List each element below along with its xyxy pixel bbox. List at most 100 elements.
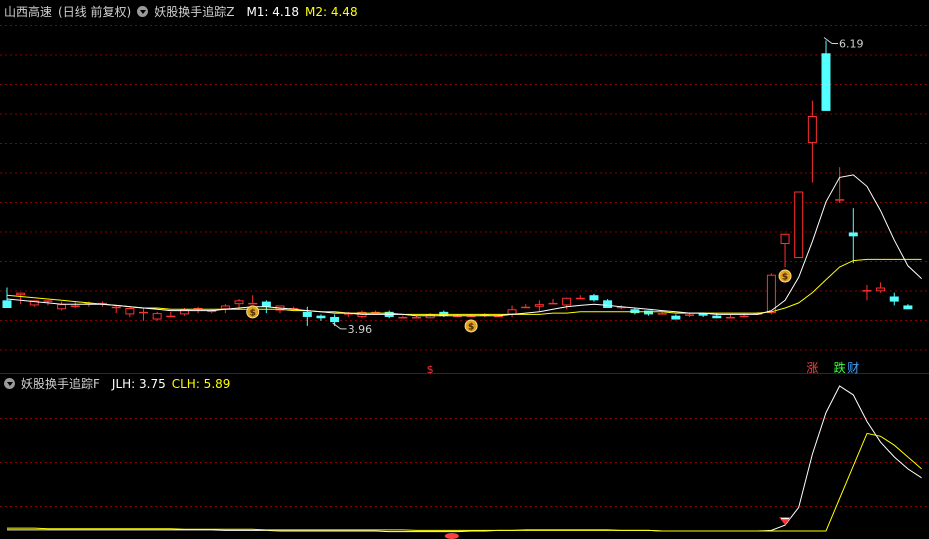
- candle-body: [452, 315, 462, 318]
- m2-line: [6, 258, 922, 315]
- sub-header: 妖股换手追踪F JLH: 3.75 CLH: 5.89: [4, 376, 236, 392]
- candle: [302, 306, 312, 326]
- candle: [671, 314, 681, 320]
- sub-indicator-selector[interactable]: 妖股换手追踪F: [4, 377, 106, 391]
- money-bag-icon: $: [246, 305, 260, 319]
- sub-annotations: [444, 517, 792, 539]
- candle-body: [507, 309, 517, 315]
- m1-value: M1: 4.18: [246, 5, 300, 19]
- candle-body: [261, 301, 271, 307]
- candle-body: [739, 315, 749, 318]
- candle: [480, 313, 490, 317]
- candle-body: [125, 308, 135, 315]
- candle: [70, 301, 80, 308]
- chart-canvas: 6.19 3.96 $ $ $ $ 涨 跌财: [0, 25, 929, 539]
- money-bag-text: $: [782, 273, 788, 283]
- candle: [603, 299, 613, 308]
- candle-body: [534, 304, 544, 307]
- candlestick-series: [2, 40, 913, 326]
- candle-body: [685, 314, 694, 316]
- candle: [889, 292, 899, 306]
- candle: [248, 295, 258, 305]
- price-label-text: 6.19: [839, 37, 864, 50]
- sub-indicator-name: 妖股换手追踪F: [21, 377, 100, 391]
- signal-tag: 跌: [834, 360, 846, 375]
- candle: [534, 300, 544, 312]
- candle-body: [16, 292, 26, 296]
- candle: [166, 311, 176, 318]
- candle: [794, 191, 804, 259]
- candle-body: [807, 116, 817, 143]
- stock-name[interactable]: 山西高速: [4, 5, 52, 19]
- candle: [125, 308, 135, 317]
- candle-body: [903, 305, 913, 310]
- candle-body: [493, 315, 503, 318]
- candle: [630, 308, 640, 315]
- candle-body: [43, 300, 53, 302]
- candle-body: [70, 305, 80, 307]
- axis-marker-icon: [444, 533, 459, 539]
- jlh-line: [7, 385, 922, 533]
- candle-body: [220, 305, 230, 310]
- candle-body: [780, 233, 790, 244]
- candle: [862, 284, 872, 301]
- candle-body: [398, 316, 408, 319]
- candle-body: [876, 287, 886, 292]
- candle-body: [889, 296, 899, 302]
- indicator-name: 妖股换手追踪Z: [154, 5, 235, 19]
- candle-body: [234, 300, 244, 305]
- candle-body: [316, 315, 326, 319]
- signal-tag: 涨: [806, 360, 818, 375]
- candle-body: [575, 297, 585, 300]
- m2-value: M2: 4.48: [305, 5, 358, 19]
- clh-value: CLH: 5.89: [171, 377, 231, 391]
- candle-body: [725, 316, 735, 319]
- candle: [575, 295, 585, 300]
- candle-body: [302, 311, 312, 317]
- main-grid: [0, 25, 929, 351]
- diamond-icon: [779, 517, 792, 526]
- candle: [16, 292, 26, 305]
- candle-body: [848, 232, 858, 237]
- candle-body: [821, 53, 831, 111]
- candle-body: [562, 297, 572, 306]
- candle: [193, 306, 203, 314]
- candle-body: [139, 311, 148, 314]
- dropdown-icon[interactable]: [4, 378, 15, 389]
- money-bag-icon: $: [464, 319, 478, 333]
- jlh-value: JLH: 3.75: [111, 377, 166, 391]
- candle: [876, 282, 886, 293]
- candle: [152, 311, 162, 321]
- candle-body: [248, 302, 258, 305]
- clh-line: [7, 432, 922, 532]
- candle-body: [330, 316, 340, 323]
- axis-dollar-mark: $: [427, 363, 434, 376]
- candle-body: [603, 300, 613, 308]
- candle-body: [766, 274, 776, 314]
- signal-tag: 财: [847, 361, 859, 375]
- candle: [548, 299, 558, 305]
- candle-body: [657, 313, 667, 315]
- annotations: 6.19 3.96 $ $ $ $ 涨 跌财: [246, 37, 864, 376]
- money-bag-text: $: [468, 322, 474, 332]
- candle-body: [835, 199, 845, 201]
- period-label[interactable]: (日线 前复权): [58, 5, 131, 19]
- money-bag-icon: $: [778, 269, 792, 283]
- candle: [398, 315, 408, 319]
- dropdown-icon[interactable]: [137, 6, 149, 17]
- candle-body: [630, 309, 640, 314]
- candle-body: [862, 290, 872, 292]
- indicator-selector[interactable]: 妖股换手追踪Z: [137, 5, 240, 19]
- price-label: 3.96: [332, 322, 373, 336]
- candle: [57, 301, 67, 311]
- main-header: 山西高速 (日线 前复权) 妖股换手追踪Z M1: 4.18 M2: 4.48: [4, 4, 364, 20]
- candle: [739, 313, 749, 318]
- sub-grid: [0, 418, 929, 507]
- candle: [507, 305, 517, 317]
- price-label-text: 3.96: [348, 323, 373, 336]
- candle-body: [521, 306, 531, 309]
- candle-body: [794, 191, 804, 259]
- candle-body: [644, 310, 654, 315]
- candle: [821, 40, 831, 111]
- candle-body: [712, 315, 722, 319]
